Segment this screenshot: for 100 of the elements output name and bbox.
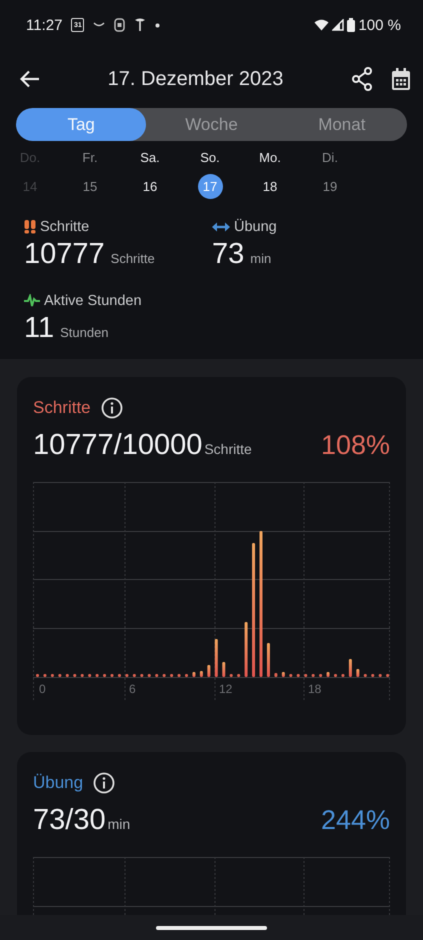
metric-label: Übung (234, 219, 277, 235)
period-tab[interactable]: Monat (276, 108, 407, 141)
chart-bar (200, 671, 203, 677)
chart-bar (348, 659, 352, 677)
footprints-icon (24, 220, 36, 234)
axis-label: 12 (219, 682, 232, 696)
figure-icon (114, 18, 126, 32)
dot-icon (155, 22, 160, 28)
weekday-label: Di. (322, 150, 338, 165)
metric-unit: min (250, 251, 272, 266)
metric-label: Schritte (40, 219, 90, 235)
chart-bar (237, 674, 240, 677)
axis-label: 18 (308, 682, 322, 696)
metric-value: 73 (212, 238, 244, 271)
clock-time: 11:27 (26, 16, 62, 34)
chart-bar (118, 674, 121, 677)
card-title: Übung (33, 773, 84, 793)
chart-bar (244, 622, 248, 677)
chart-bar (266, 643, 270, 677)
metric-label: Aktive Stunden (44, 293, 142, 309)
chart-bar (192, 672, 196, 677)
info-button[interactable] (93, 772, 116, 794)
back-arrow-icon (20, 70, 40, 88)
chart-bar (296, 674, 300, 677)
curve-icon (93, 22, 106, 28)
chart-bar (364, 674, 367, 677)
chart-bar (312, 674, 315, 677)
chart-bar (43, 674, 46, 677)
chart-bar (326, 672, 330, 677)
chart-bar (140, 674, 144, 677)
goal-percent: 244% (320, 805, 390, 836)
date-button[interactable]: 16 (138, 174, 162, 199)
date-button[interactable]: 19 (318, 174, 342, 199)
axis-label: 0 (39, 682, 46, 696)
axis-label: 6 (129, 682, 136, 696)
chart-bar (371, 674, 374, 677)
dumbbell-arrows-icon (212, 222, 230, 232)
chart-bar (178, 674, 181, 677)
share-button[interactable] (349, 65, 375, 93)
chart-bar (125, 674, 128, 677)
date-button[interactable]: 18 (258, 174, 282, 199)
weekday-label: Fr. (82, 150, 98, 165)
metric-unit: Schritte (110, 251, 155, 266)
chart-bar (222, 662, 226, 677)
chart-bar (96, 674, 99, 677)
date-title: 17. Dezember 2023 (106, 68, 284, 90)
back-button[interactable] (18, 68, 42, 90)
chart-bar (356, 669, 360, 677)
chart-bar (334, 674, 337, 677)
chart-bar (319, 674, 322, 677)
date-button[interactable]: 17 (198, 174, 222, 199)
info-button[interactable] (100, 397, 123, 419)
calendar-button[interactable] (389, 65, 413, 93)
chart-bar (148, 674, 151, 677)
chart-bar (66, 674, 69, 677)
weekday-label: So. (200, 150, 220, 165)
battery-level: 100 % (358, 16, 401, 34)
goal-unit: Schritte (204, 441, 252, 457)
date-button[interactable]: 15 (78, 174, 102, 199)
chart-bar (155, 674, 158, 677)
metric-value: 11 (24, 312, 54, 345)
calendar-icon (391, 67, 411, 91)
chart-bar (80, 674, 84, 677)
goal-unit: min (108, 816, 130, 832)
metric-unit: Stunden (60, 325, 109, 340)
chart-bar (341, 674, 344, 677)
chart-bar (185, 674, 188, 677)
chart-bar (378, 674, 382, 677)
battery-icon (347, 18, 356, 32)
goal-percent: 108% (320, 430, 390, 461)
chart-bar (103, 674, 106, 677)
metric-value: 10777 (24, 238, 105, 271)
card-title: Schritte (33, 398, 91, 418)
info-icon (100, 397, 123, 419)
chart-bar (170, 674, 174, 677)
chart-bar (36, 674, 39, 677)
chart-bar (73, 674, 76, 677)
chart-bar (207, 665, 210, 677)
chart-bar (162, 674, 166, 677)
chart-bar (386, 674, 390, 677)
period-tab[interactable]: Woche (146, 108, 277, 141)
chart-bar (230, 674, 233, 677)
chart-bar (214, 639, 218, 677)
chart-bar (274, 673, 278, 677)
chart-bar (58, 674, 62, 677)
chart-bar (282, 672, 285, 677)
wifi-icon (314, 19, 330, 31)
chart-bar (132, 674, 136, 677)
share-icon (351, 67, 373, 91)
period-tab[interactable]: Tag (16, 108, 146, 141)
chart-bar (88, 674, 92, 677)
home-handle[interactable] (156, 926, 267, 930)
weekday-label: Sa. (140, 150, 160, 165)
t-shape-icon (134, 18, 146, 32)
pulse-icon (24, 294, 40, 308)
signal-icon (332, 19, 344, 31)
chart-bar (110, 674, 114, 677)
info-icon (93, 772, 116, 794)
chart-bar (289, 674, 292, 677)
weekday-label: Mo. (259, 150, 281, 165)
